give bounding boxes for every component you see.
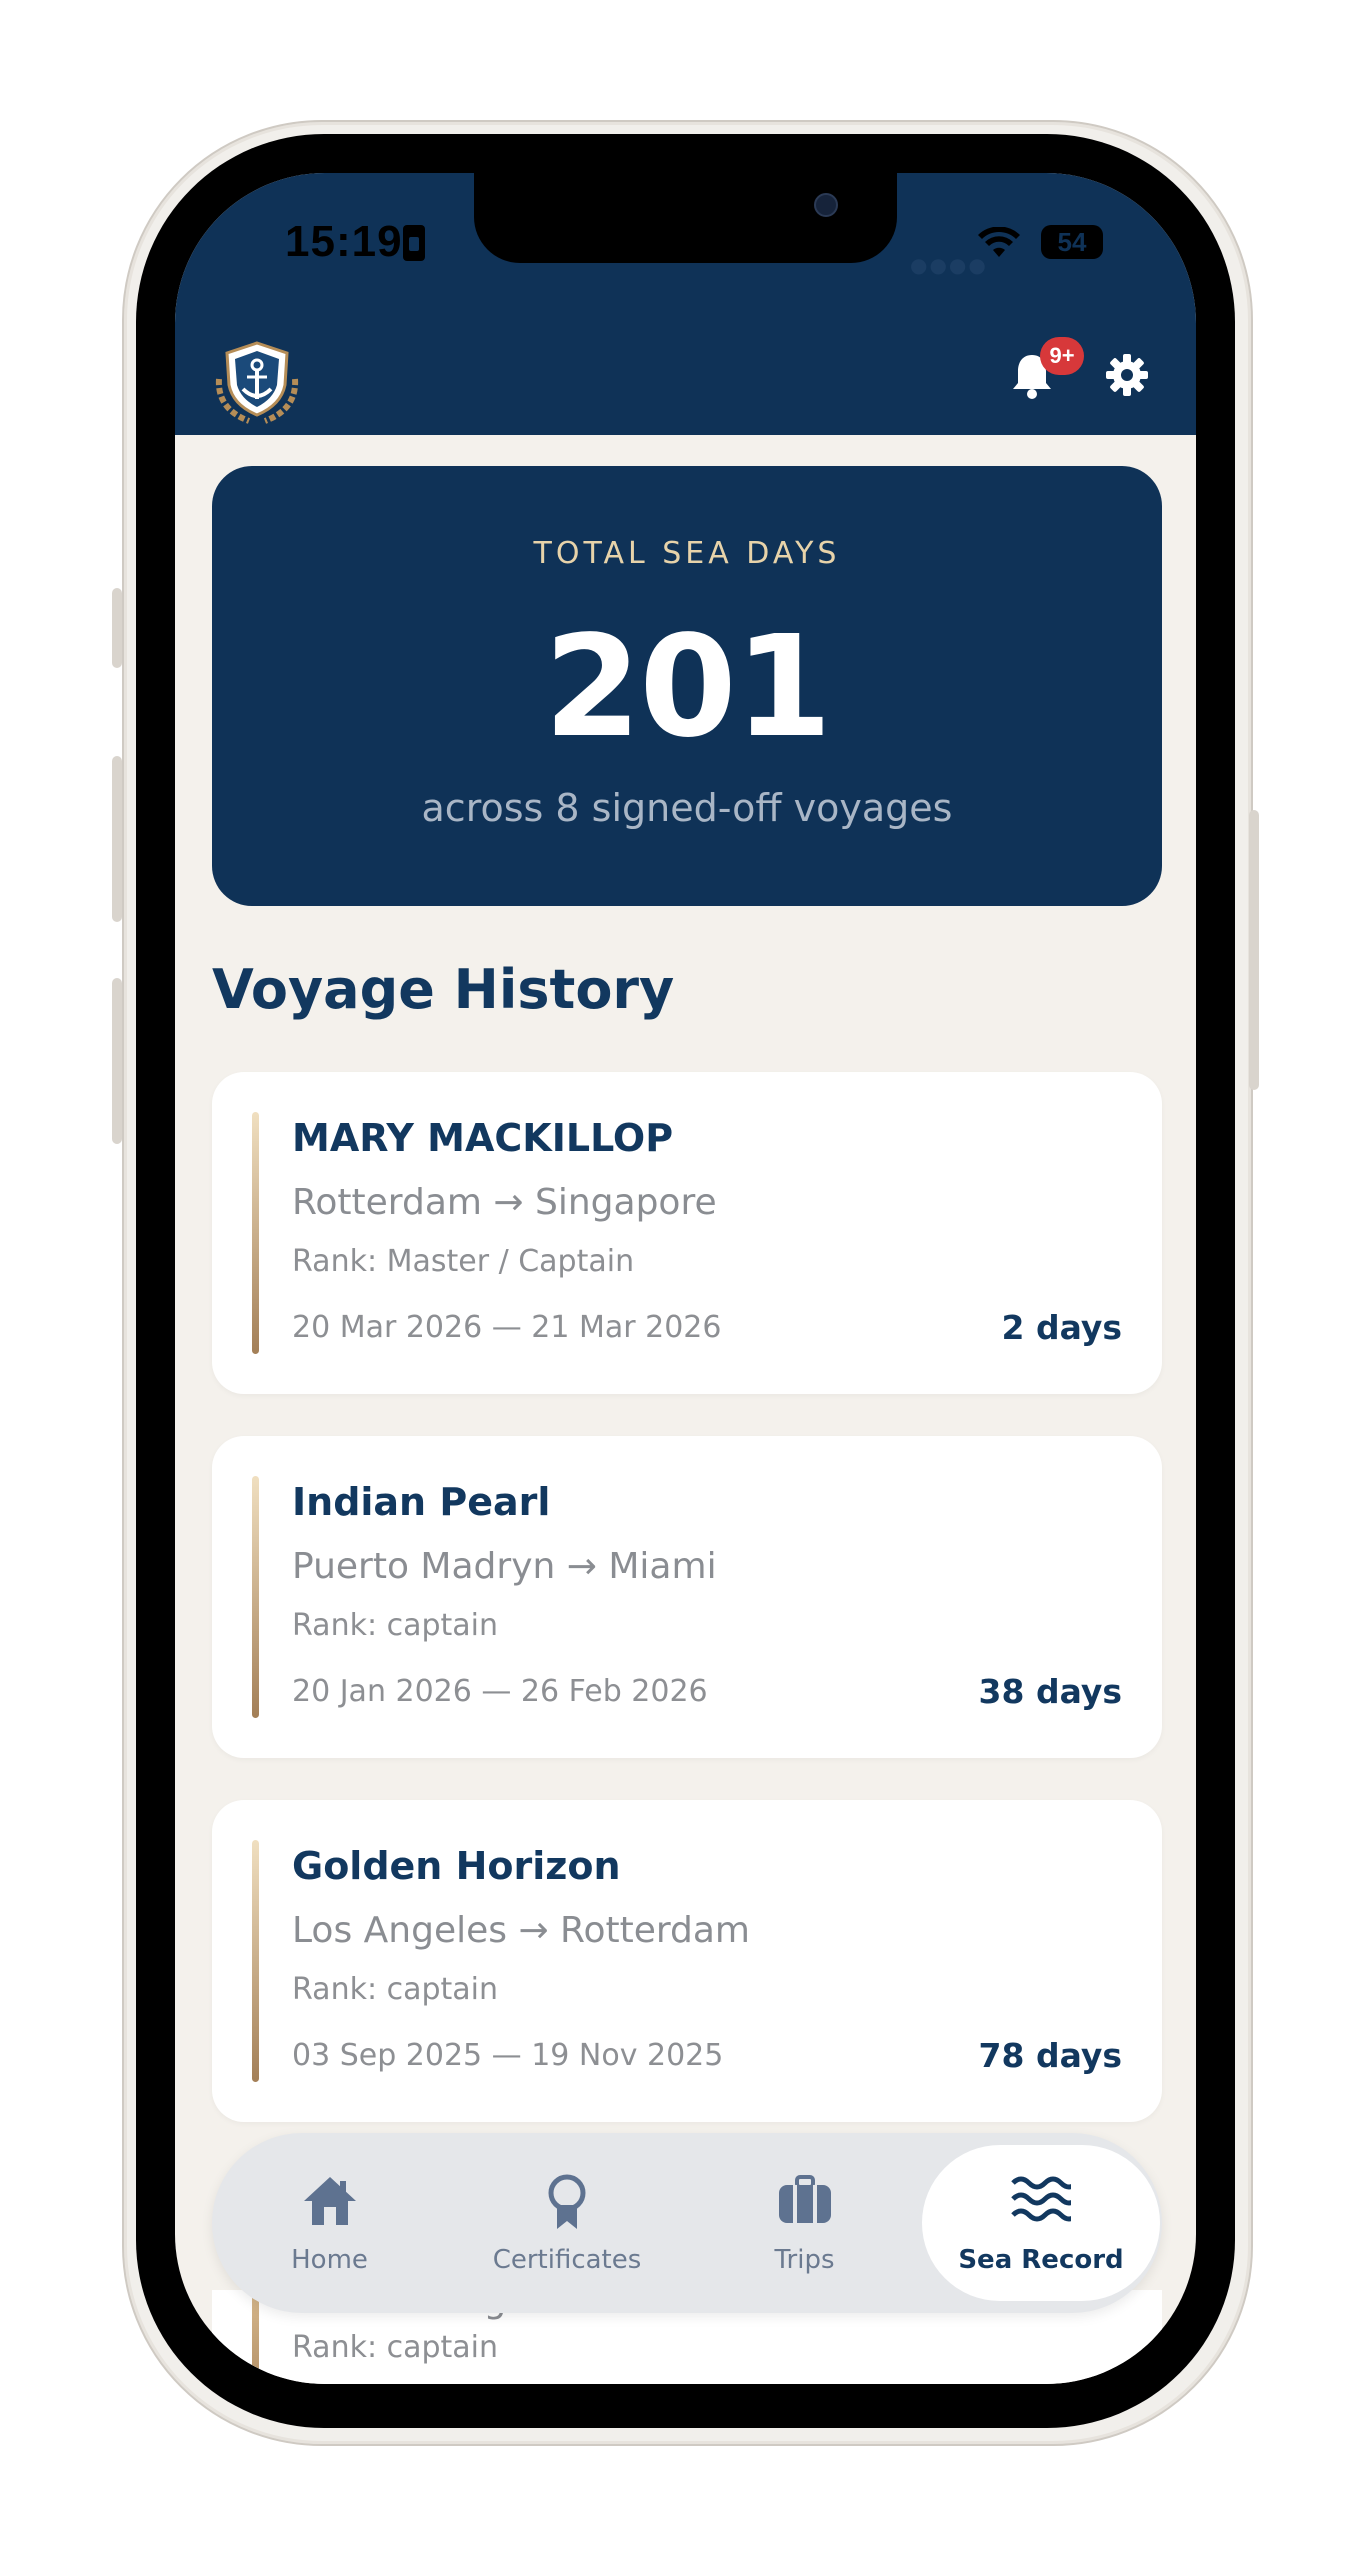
voyage-rank: Rank: Master / Captain [292, 1244, 635, 1279]
tab-trips[interactable]: Trips [687, 2133, 922, 2313]
battery-level: 54 [1057, 227, 1087, 257]
voyage-dates: 20 Mar 2026 — 21 Mar 2026 [292, 1310, 722, 1345]
voyage-dates: 20 Jan 2026 — 26 Feb 2026 [292, 1674, 708, 1709]
tab-certificates[interactable]: Certificates [447, 2133, 687, 2313]
gear-icon[interactable] [1105, 353, 1149, 397]
front-camera [814, 193, 838, 217]
summary-subtitle: across 8 signed-off voyages [421, 786, 953, 830]
card-accent-bar [252, 1840, 259, 2082]
anchor-shield-logo[interactable] [209, 339, 305, 425]
total-sea-days-value: 201 [543, 606, 832, 769]
voyage-card[interactable]: Golden Horizon Los Angeles → Rotterdam R… [212, 1800, 1162, 2122]
voyage-days: 2 days [1001, 1308, 1122, 1347]
sea-days-summary-card: TOTAL SEA DAYS 201 across 8 signed-off v… [212, 466, 1162, 906]
tab-label: Sea Record [958, 2245, 1124, 2275]
summary-label: TOTAL SEA DAYS [533, 536, 841, 571]
tab-sea-record[interactable]: Sea Record [922, 2145, 1160, 2301]
vessel-name: Indian Pearl [292, 1480, 551, 1524]
card-accent-bar [252, 1476, 259, 1718]
award-icon [548, 2174, 586, 2229]
voyage-days: 78 days [978, 2036, 1122, 2075]
volume-down-button [112, 978, 122, 1144]
sim-icon [403, 225, 425, 261]
voyage-days: 38 days [978, 1672, 1122, 1711]
power-button [1249, 810, 1259, 1090]
voyage-rank: Rank: captain [292, 1608, 499, 1643]
voyage-rank: Rank: captain [292, 1972, 499, 2007]
tab-label: Trips [774, 2245, 835, 2275]
app-header: 15:19 ●●●● 54 9+ [175, 173, 1196, 435]
notch [474, 173, 897, 263]
voyage-dates: 03 Sep 2025 — 19 Nov 2025 [292, 2038, 724, 2073]
voyage-card[interactable]: MARY MACKILLOP Rotterdam → Singapore Ran… [212, 1072, 1162, 1394]
vessel-name: MARY MACKILLOP [292, 1116, 674, 1160]
waves-icon [1011, 2176, 1071, 2222]
status-time: 15:19 [285, 217, 403, 266]
tab-label: Certificates [492, 2245, 642, 2275]
battery-icon: 54 [1041, 225, 1103, 259]
voyage-route: Puerto Madryn → Miami [292, 1546, 717, 1587]
briefcase-icon [778, 2175, 831, 2223]
app-screen: 15:19 ●●●● 54 9+ TOTAL SEA DAYS 201 acro… [175, 173, 1196, 2384]
notification-badge: 9+ [1040, 337, 1084, 375]
tab-home[interactable]: Home [212, 2133, 447, 2313]
tab-label: Home [291, 2245, 368, 2275]
volume-up-button [112, 756, 122, 922]
voyage-route: Los Angeles → Rotterdam [292, 1910, 750, 1951]
vessel-name: Golden Horizon [292, 1844, 621, 1888]
section-title: Voyage History [212, 958, 675, 1021]
wifi-icon [978, 227, 1020, 257]
card-accent-bar [252, 1112, 259, 1354]
mute-switch [112, 588, 122, 668]
home-icon [303, 2177, 356, 2225]
voyage-rank: Rank: captain [292, 2330, 499, 2365]
voyage-route: Rotterdam → Singapore [292, 1182, 717, 1223]
voyage-card[interactable]: Indian Pearl Puerto Madryn → Miami Rank:… [212, 1436, 1162, 1758]
bottom-tab-bar: Home Certificates Trips Sea Record [212, 2133, 1162, 2313]
